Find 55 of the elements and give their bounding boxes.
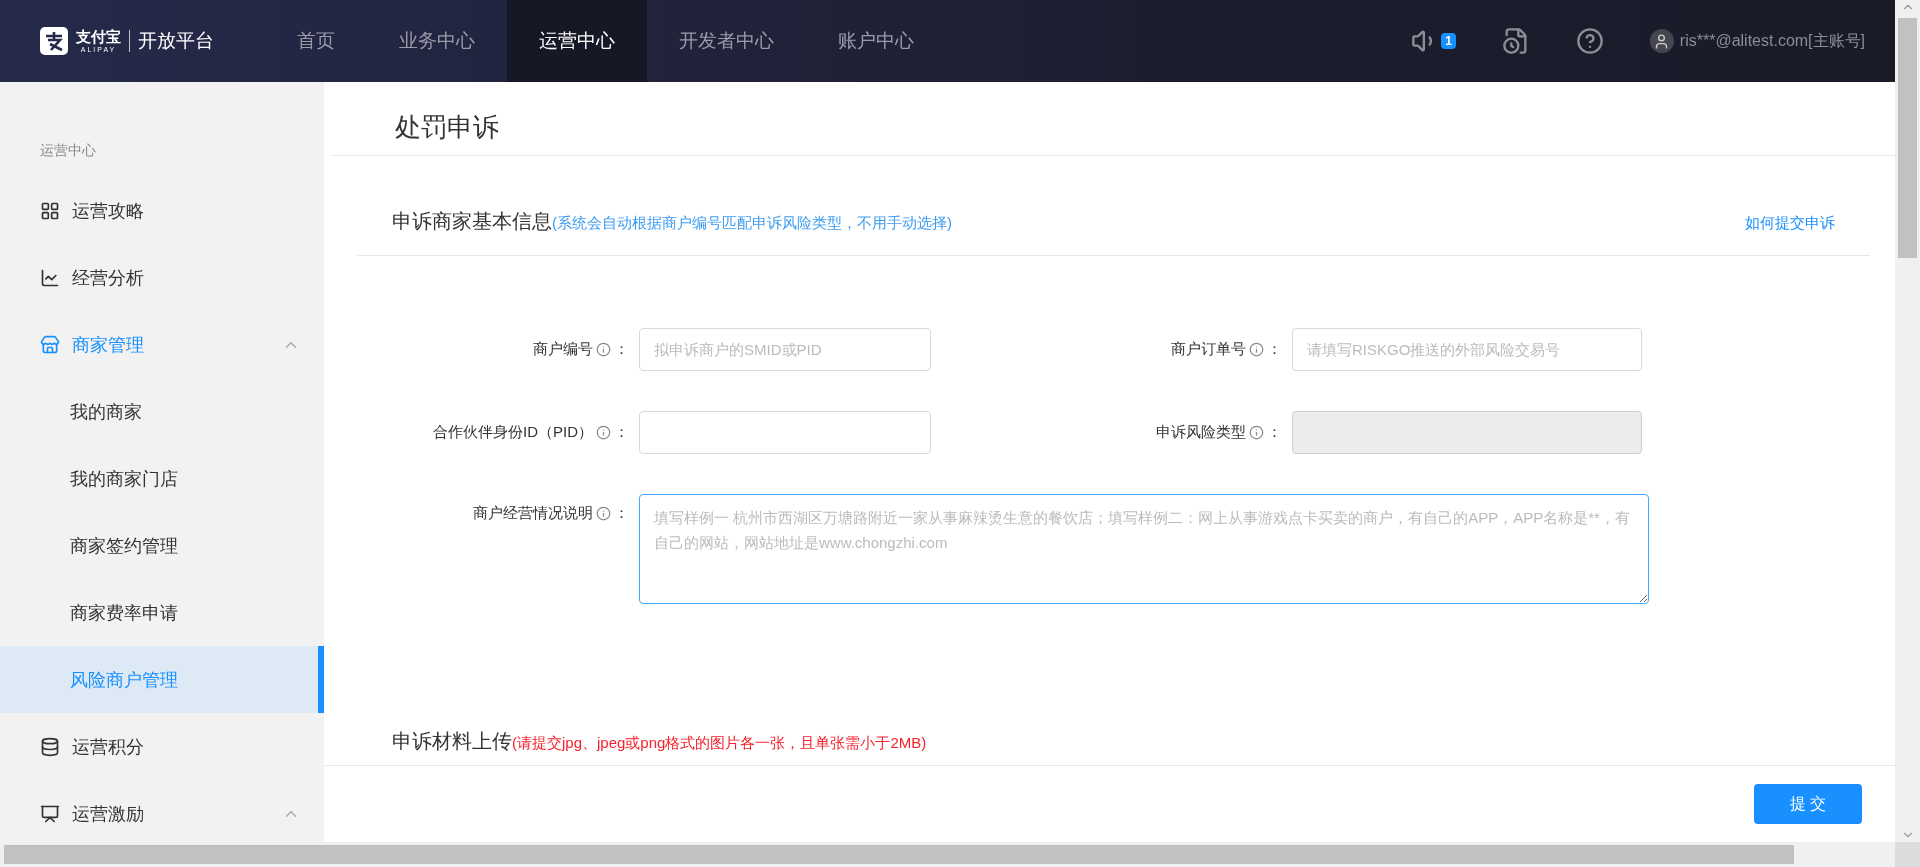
info-icon[interactable] — [596, 425, 611, 440]
vertical-scrollbar[interactable] — [1895, 0, 1920, 842]
sidebar-item[interactable]: 商家签约管理 — [0, 512, 324, 579]
document-clock-icon[interactable] — [1501, 27, 1530, 55]
horizontal-scrollbar[interactable] — [0, 842, 1895, 867]
colon: ： — [1267, 340, 1282, 359]
section-title: 申诉商家基本信息 — [392, 209, 552, 234]
info-icon[interactable] — [596, 506, 611, 521]
nav-tab[interactable]: 账户中心 — [806, 0, 946, 82]
colon: ： — [614, 504, 629, 523]
info-icon[interactable] — [596, 342, 611, 357]
database-icon — [40, 736, 60, 757]
nav-tab[interactable]: 业务中心 — [367, 0, 507, 82]
field-label: 商户经营情况说明 — [473, 504, 593, 523]
sidebar-item[interactable]: 经营分析 — [0, 244, 324, 311]
chart-icon — [40, 267, 60, 288]
sidebar-item[interactable]: 运营激励 — [0, 780, 324, 842]
info-icon[interactable] — [1249, 342, 1264, 357]
field-label: 商户编号 — [533, 340, 593, 359]
sidebar-item[interactable]: 我的商家 — [0, 378, 324, 445]
sidebar-item[interactable]: 运营积分 — [0, 713, 324, 780]
sidebar-item[interactable]: 商家费率申请 — [0, 579, 324, 646]
colon: ： — [614, 340, 629, 359]
field-label: 申诉风险类型 — [1156, 423, 1246, 442]
nav-tab[interactable]: 运营中心 — [507, 0, 647, 82]
nav-tab[interactable]: 开发者中心 — [647, 0, 806, 82]
scrollbar-thumb[interactable] — [1898, 18, 1917, 258]
product-name: 开放平台 — [138, 29, 214, 53]
store-icon — [40, 334, 60, 355]
sidebar-title: 运营中心 — [39, 142, 97, 160]
section-note: (请提交jpg、jpeg或png格式的图片各一张，且单张需小于2MB) — [512, 734, 927, 753]
grid-icon — [40, 200, 60, 221]
section-note: (系统会自动根据商户编号匹配申诉风险类型，不用手动选择) — [552, 214, 952, 233]
scrollbar-corner — [1895, 842, 1920, 867]
sidebar-item[interactable]: 运营攻略 — [0, 177, 324, 244]
nav-tab[interactable]: 首页 — [265, 0, 367, 82]
sidebar-item[interactable]: 我的商家门店 — [0, 445, 324, 512]
help-icon[interactable] — [1575, 27, 1604, 55]
section-title: 申诉材料上传 — [392, 729, 512, 754]
field-label: 商户订单号 — [1171, 340, 1246, 359]
page-title: 处罚申诉 — [332, 82, 1895, 156]
scrollbar-thumb[interactable] — [4, 845, 1794, 864]
presentation-icon — [40, 803, 60, 824]
brand-name: 支付宝 — [76, 28, 121, 45]
input-field[interactable]: 拟申诉商户的SMID或PID — [639, 328, 931, 371]
notification-badge: 1 — [1441, 33, 1456, 49]
colon: ： — [1267, 423, 1282, 442]
field-label: 合作伙伴身份ID（PID） — [433, 423, 593, 442]
input-field[interactable]: 请填写RISKGO推送的外部风险交易号 — [1292, 328, 1642, 371]
colon: ： — [614, 423, 629, 442]
logo-icon — [40, 27, 68, 55]
user-account[interactable]: ris***@alitest.com[主账号] — [1679, 30, 1865, 52]
info-icon[interactable] — [1249, 425, 1264, 440]
avatar-icon[interactable] — [1649, 29, 1674, 53]
input-field[interactable] — [639, 411, 931, 454]
